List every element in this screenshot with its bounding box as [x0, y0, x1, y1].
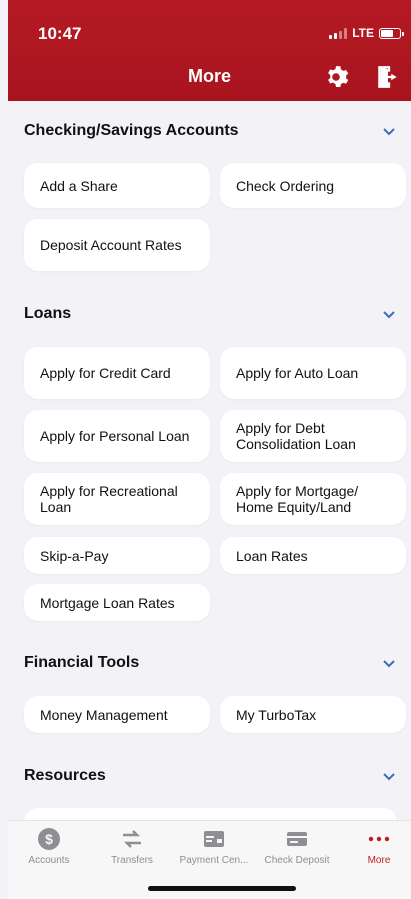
tile-label: Apply for Auto Loan: [236, 365, 359, 381]
tile-label: Apply for Recreational Loan: [40, 483, 178, 515]
tab-accounts[interactable]: $ Accounts: [8, 827, 90, 866]
menu-tile-auto-loan[interactable]: Apply for Auto Loan: [220, 347, 406, 399]
home-indicator: [148, 886, 296, 891]
menu-tile-money-management[interactable]: Money Management: [24, 696, 210, 733]
section-title: Loans: [24, 305, 72, 322]
menu-tile-partial[interactable]: [24, 808, 397, 820]
section-loans[interactable]: Loans: [24, 302, 397, 326]
logout-icon[interactable]: [375, 64, 401, 90]
tile-label: My TurboTax: [236, 706, 317, 723]
menu-tile-personal-loan[interactable]: Apply for Personal Loan: [24, 410, 210, 462]
menu-tile-loan-rates[interactable]: Loan Rates: [220, 537, 406, 574]
tab-label: Payment Cen...: [179, 855, 249, 866]
chevron-down-icon: [383, 660, 395, 668]
payment-center-icon: [204, 831, 224, 847]
svg-text:$: $: [45, 831, 53, 847]
tab-transfers[interactable]: Transfers: [91, 827, 173, 866]
tile-label: Apply for Debt Consolidation Loan: [236, 420, 356, 452]
menu-tile-check-ordering[interactable]: Check Ordering: [220, 163, 406, 208]
more-dots-icon: [368, 836, 390, 842]
menu-tile-mortgage-rates[interactable]: Mortgage Loan Rates: [24, 584, 210, 621]
transfer-arrows-icon: [123, 830, 141, 848]
menu-tile-debt-consolidation[interactable]: Apply for Debt Consolidation Loan: [220, 410, 406, 462]
status-time: 10:47: [38, 24, 82, 43]
check-deposit-icon: [287, 832, 307, 846]
app-header: 10:47 LTE More: [8, 0, 411, 101]
menu-tile-recreational-loan[interactable]: Apply for Recreational Loan: [24, 473, 210, 525]
section-financial-tools[interactable]: Financial Tools: [24, 651, 397, 675]
menu-tile-skip-a-pay[interactable]: Skip-a-Pay: [24, 537, 210, 574]
tile-label: Apply for Mortgage/ Home Equity/Land: [236, 483, 359, 515]
tab-more[interactable]: More: [338, 827, 411, 866]
tile-label: Loan Rates: [236, 547, 308, 564]
tab-label: More: [367, 855, 391, 866]
chevron-down-icon: [383, 128, 395, 136]
network-type: LTE: [352, 26, 374, 40]
menu-tile-add-share[interactable]: Add a Share: [24, 163, 210, 208]
more-menu-content[interactable]: Checking/Savings Accounts Add a Share Ch…: [8, 101, 411, 820]
menu-tile-my-turbotax[interactable]: My TurboTax: [220, 696, 406, 733]
menu-tile-credit-card[interactable]: Apply for Credit Card: [24, 347, 210, 399]
tab-check-deposit[interactable]: Check Deposit: [256, 827, 338, 866]
tile-label: Skip-a-Pay: [40, 547, 109, 564]
tile-label: Mortgage Loan Rates: [40, 594, 175, 611]
tile-label: Apply for Personal Loan: [40, 428, 190, 444]
section-title: Resources: [24, 767, 106, 784]
menu-tile-deposit-rates[interactable]: Deposit Account Rates: [24, 219, 210, 271]
menu-tile-mortgage-home-equity[interactable]: Apply for Mortgage/ Home Equity/Land: [220, 473, 406, 525]
section-title: Financial Tools: [24, 654, 140, 671]
section-checking-savings[interactable]: Checking/Savings Accounts: [24, 119, 397, 143]
page-title: More: [187, 66, 231, 86]
battery-icon: [379, 27, 404, 39]
tab-label: Check Deposit: [264, 855, 330, 866]
tab-payment-center[interactable]: Payment Cen...: [173, 827, 255, 866]
section-resources[interactable]: Resources: [24, 764, 397, 788]
tile-label: Money Management: [40, 706, 168, 723]
tab-label: Accounts: [28, 855, 70, 866]
settings-gear-icon[interactable]: [323, 64, 349, 90]
section-title: Checking/Savings Accounts: [24, 122, 239, 139]
dollar-circle-icon: $: [38, 828, 60, 850]
tile-label: Deposit Account Rates: [40, 237, 182, 253]
bottom-tab-bar: $ Accounts Transfers Payment Cen... Chec…: [8, 820, 411, 899]
tab-label: Transfers: [111, 855, 153, 866]
chevron-down-icon: [383, 773, 395, 781]
signal-icon: [329, 27, 348, 39]
tile-label: Add a Share: [40, 177, 118, 194]
status-indicators: LTE: [329, 26, 404, 40]
tile-label: Apply for Credit Card: [40, 365, 171, 381]
chevron-down-icon: [383, 311, 395, 319]
tile-label: Check Ordering: [236, 177, 335, 194]
